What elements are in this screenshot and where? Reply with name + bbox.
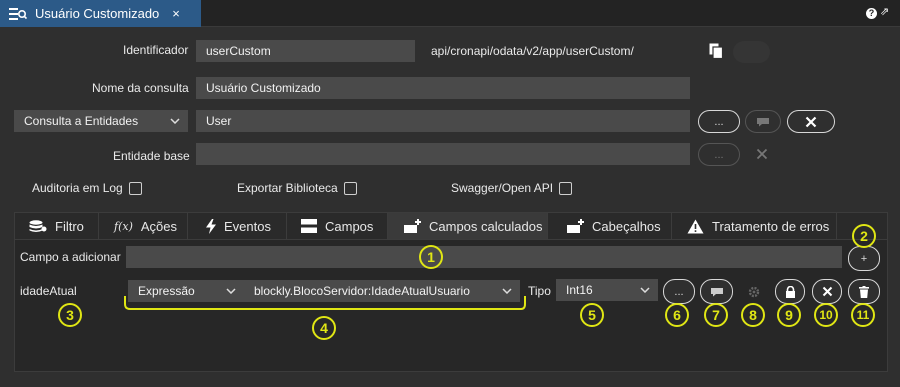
callout-7: 7 <box>704 303 728 327</box>
callout-5: 5 <box>580 303 604 327</box>
callout-4: 4 <box>312 316 336 340</box>
callout-11: 11 <box>851 303 875 327</box>
callout-6: 6 <box>665 303 689 327</box>
callout-3: 3 <box>58 303 82 327</box>
callout-1: 1 <box>419 245 443 269</box>
annotation-bracket <box>124 296 526 310</box>
callout-8: 8 <box>741 303 765 327</box>
callout-9: 9 <box>777 303 801 327</box>
callout-2: 2 <box>852 224 876 248</box>
callout-10: 10 <box>814 303 838 327</box>
